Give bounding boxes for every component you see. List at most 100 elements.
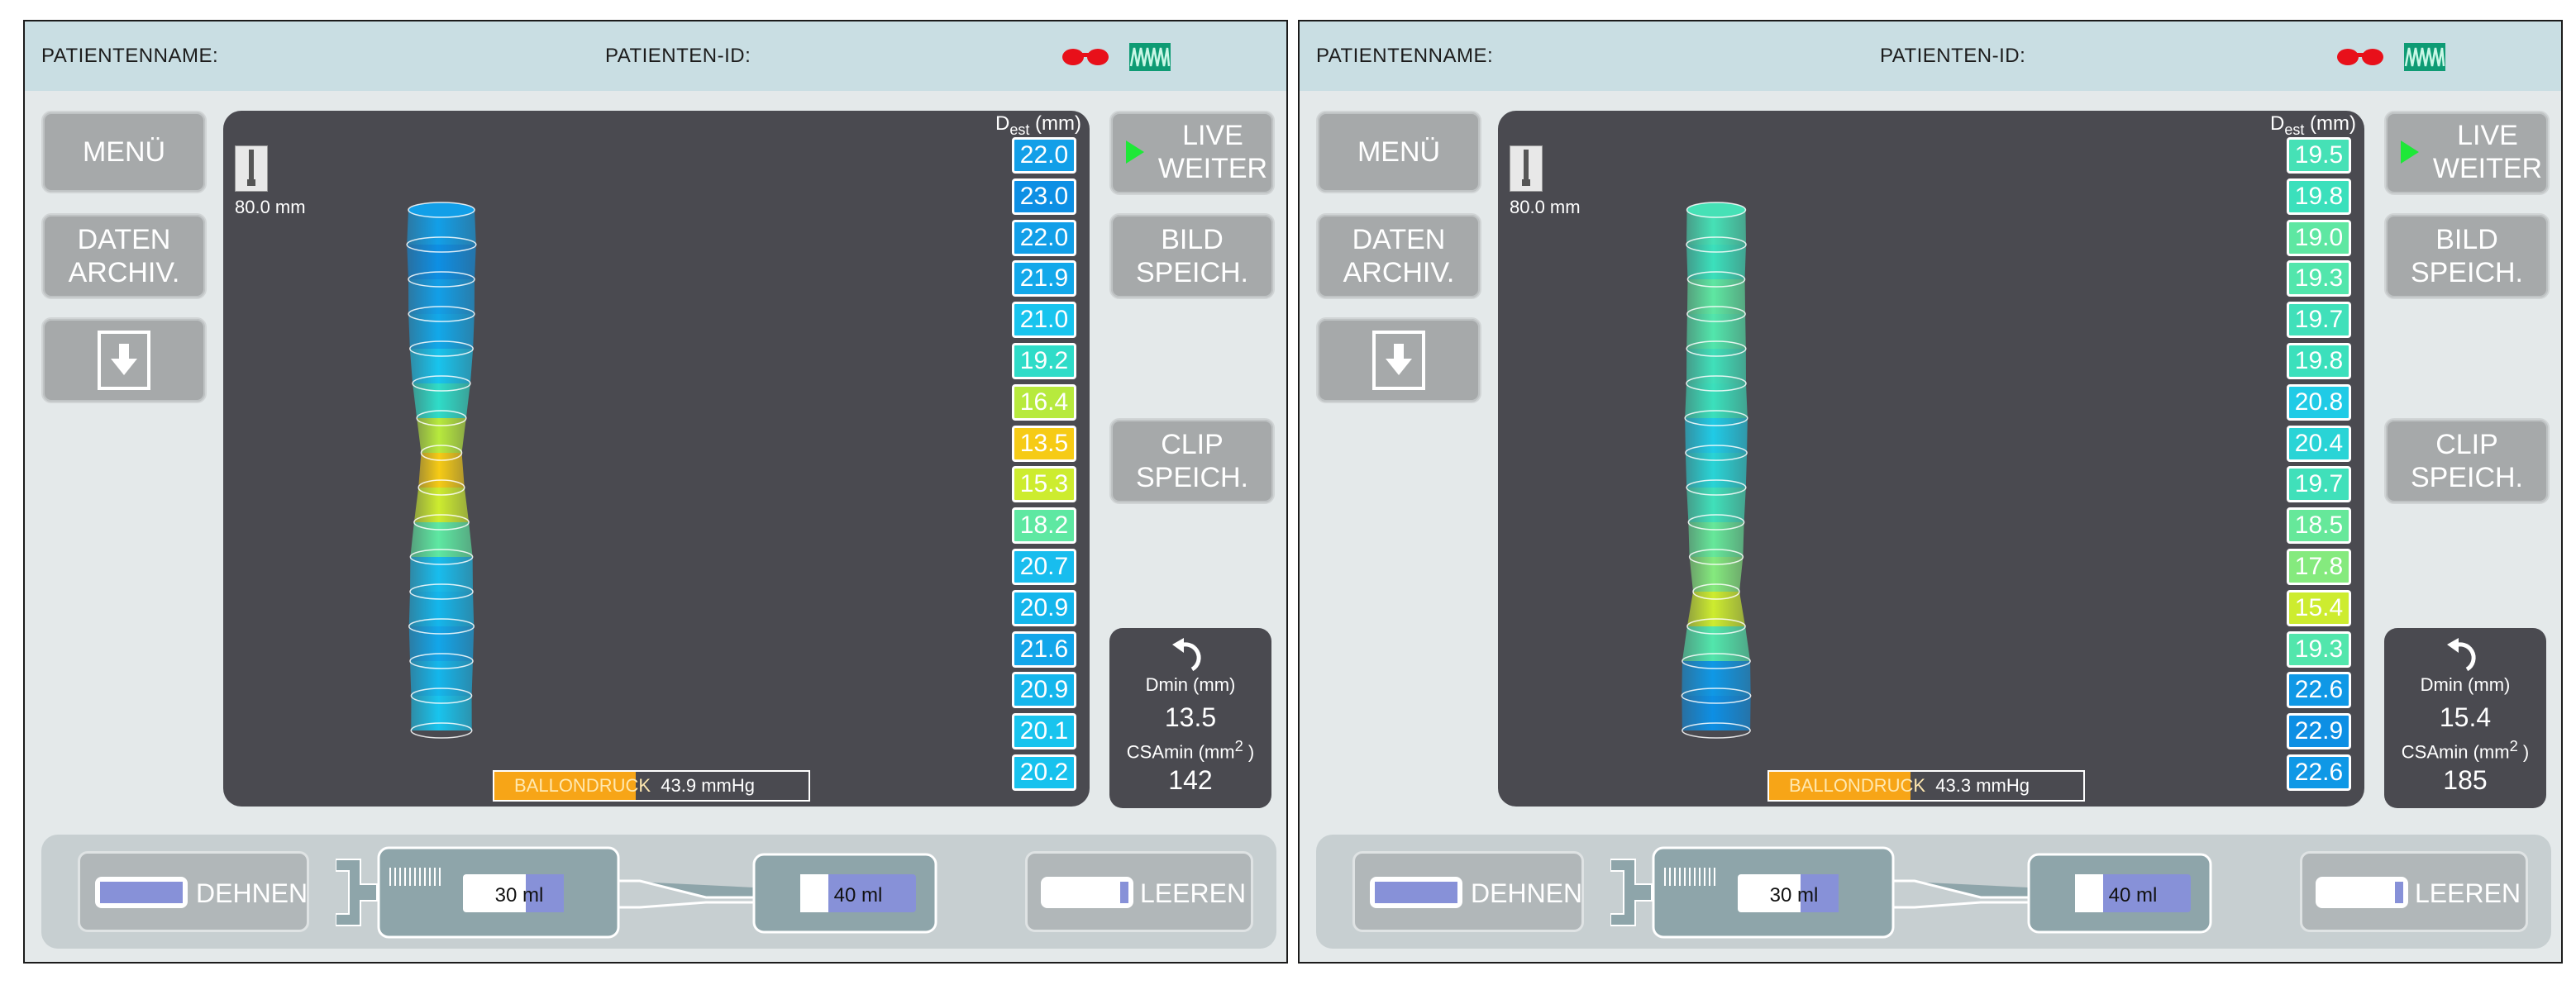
save-image-button[interactable]: BILD SPEICH. <box>2384 213 2550 299</box>
balloon-pressure-bar: BALLONDRUCK 43.9 mmHg <box>493 770 810 802</box>
diameter-cell: 15.3 <box>1012 466 1076 503</box>
diameter-cell: 20.9 <box>1012 672 1076 709</box>
diameter-cell: 22.0 <box>1012 219 1076 256</box>
inflate-button[interactable]: DEHNEN <box>1352 851 1584 932</box>
balloon-ring <box>1686 202 1747 218</box>
diameter-cell: 19.0 <box>2287 219 2351 256</box>
diameter-cell: 21.6 <box>1012 630 1076 668</box>
patient-name-label: PATIENTENNAME: <box>1316 45 1494 67</box>
csamin-value: 142 <box>1168 765 1213 795</box>
diameter-cell: 19.3 <box>2287 630 2351 668</box>
glasses-icon <box>1062 49 1109 65</box>
waveform-icon <box>2404 43 2445 71</box>
inflate-button[interactable]: DEHNEN <box>78 851 309 932</box>
dmin-label: Dmin (mm) <box>2420 674 2511 695</box>
diameter-cell: 18.2 <box>1012 507 1076 545</box>
waveform-icon <box>1129 43 1171 71</box>
download-button[interactable] <box>1316 317 1481 403</box>
diameter-cell: 22.9 <box>2287 713 2351 750</box>
inflate-indicator <box>95 877 188 908</box>
reservoir-volume: 40 ml <box>2108 884 2158 906</box>
live-continue-button[interactable]: LIVE WEITER <box>1109 111 1275 195</box>
pump-control-bar: DEHNEN LEEREN <box>41 835 1276 949</box>
diameter-cell: 20.7 <box>1012 549 1076 585</box>
diameter-cell: 19.8 <box>2287 343 2351 379</box>
diameter-cell: 20.2 <box>1012 754 1076 791</box>
diameter-cell: 23.0 <box>1012 178 1076 215</box>
rotate-icon[interactable] <box>2445 636 2485 673</box>
empty-button[interactable]: LEEREN <box>2300 851 2528 932</box>
csamin-label: CSAmin (mm2 ) <box>2401 737 2530 763</box>
balloon-pressure-label: BALLONDRUCK <box>1789 775 1926 796</box>
diameter-cell: 19.5 <box>2287 137 2351 174</box>
empty-label: LEEREN <box>1140 878 1247 908</box>
patient-name-label: PATIENTENNAME: <box>41 45 219 67</box>
diameter-cell: 19.8 <box>2287 178 2351 215</box>
diameter-cell: 16.4 <box>1012 383 1076 421</box>
download-button[interactable] <box>41 317 207 403</box>
balloon-pressure-value: 43.3 mmHg <box>1935 775 2030 796</box>
dest-column-header: Dest (mm) <box>2270 112 2356 138</box>
dest-column-header: Dest (mm) <box>995 112 1081 138</box>
save-clip-button[interactable]: CLIP SPEICH. <box>2384 418 2550 504</box>
csamin-value: 185 <box>2443 765 2488 795</box>
diameter-cell: 20.1 <box>1012 713 1076 750</box>
diameter-cell: 13.5 <box>1012 425 1076 462</box>
syringe-volume: 30 ml <box>494 884 544 906</box>
patient-header: PATIENTENNAME: PATIENTEN-ID: <box>1300 21 2561 91</box>
data-archive-button[interactable]: DATEN ARCHIV. <box>1316 213 1481 299</box>
diameter-cell: 21.0 <box>1012 302 1076 339</box>
diameter-cell: 15.4 <box>2287 589 2351 626</box>
menu-button[interactable]: MENÜ <box>1316 111 1481 193</box>
application-screen: PATIENTENNAME: PATIENTEN-ID: MENÜ DATEN … <box>23 20 1288 964</box>
diameter-cell: 19.7 <box>2287 302 2351 339</box>
inflate-indicator <box>1370 877 1462 908</box>
syringe-volume: 30 ml <box>1769 884 1819 906</box>
balloon-rendering <box>406 202 477 739</box>
diameter-cell: 18.5 <box>2287 507 2351 545</box>
dmin-label: Dmin (mm) <box>1145 674 1236 695</box>
diameter-cell: 22.6 <box>2287 672 2351 709</box>
balloon-3d-viewer[interactable]: 80.0 mm Dest (mm) 22.0 23.0 22.0 21.9 21.0 19… <box>223 111 1090 807</box>
diameter-cell: 20.8 <box>2287 383 2351 421</box>
patient-id-label: PATIENTEN-ID: <box>1880 45 2026 67</box>
save-image-button[interactable]: BILD SPEICH. <box>1109 213 1275 299</box>
patient-header: PATIENTENNAME: PATIENTEN-ID: <box>25 21 1286 91</box>
empty-button[interactable]: LEEREN <box>1025 851 1253 932</box>
balloon-pressure-label: BALLONDRUCK <box>514 775 651 796</box>
balloon-3d-viewer[interactable]: 80.0 mm Dest (mm) 19.5 19.8 19.0 19.3 19.7 19… <box>1498 111 2364 807</box>
measurement-panel: Dmin (mm) 15.4 CSAmin (mm2 ) 185 <box>2384 628 2546 808</box>
rotate-icon[interactable] <box>1171 636 1210 673</box>
play-icon <box>1126 140 1144 164</box>
empty-label: LEEREN <box>2415 878 2521 908</box>
diameter-cell: 20.9 <box>1012 589 1076 626</box>
patient-id-label: PATIENTEN-ID: <box>605 45 751 67</box>
pump-control-bar: DEHNEN LEEREN <box>1316 835 2551 949</box>
diameter-cell: 22.6 <box>2287 754 2351 791</box>
diameter-cell: 17.8 <box>2287 549 2351 585</box>
play-icon <box>2401 140 2419 164</box>
save-clip-button[interactable]: CLIP SPEICH. <box>1109 418 1275 504</box>
diameter-cell: 22.0 <box>1012 137 1076 174</box>
dmin-value: 13.5 <box>1164 702 1217 732</box>
download-icon <box>98 331 150 390</box>
inflate-label: DEHNEN <box>1471 878 1583 908</box>
balloon-rendering <box>1681 202 1752 739</box>
balloon-pressure-bar: BALLONDRUCK 43.3 mmHg <box>1767 770 2085 802</box>
diameter-cell: 19.3 <box>2287 260 2351 297</box>
balloon-ring <box>408 202 475 218</box>
menu-button[interactable]: MENÜ <box>41 111 207 193</box>
diameter-cell: 19.2 <box>1012 343 1076 379</box>
diameter-cell: 21.9 <box>1012 260 1076 297</box>
download-icon <box>1372 331 1425 390</box>
diameter-cell: 19.7 <box>2287 466 2351 503</box>
application-screen: PATIENTENNAME: PATIENTEN-ID: MENÜ DATEN … <box>1298 20 2563 964</box>
measurement-panel: Dmin (mm) 13.5 CSAmin (mm2 ) 142 <box>1109 628 1271 808</box>
data-archive-button[interactable]: DATEN ARCHIV. <box>41 213 207 299</box>
csamin-label: CSAmin (mm2 ) <box>1126 737 1255 763</box>
balloon-pressure-value: 43.9 mmHg <box>661 775 755 796</box>
glasses-icon <box>2337 49 2383 65</box>
live-continue-button[interactable]: LIVE WEITER <box>2384 111 2550 195</box>
inflate-label: DEHNEN <box>196 878 308 908</box>
reservoir-volume: 40 ml <box>833 884 883 906</box>
